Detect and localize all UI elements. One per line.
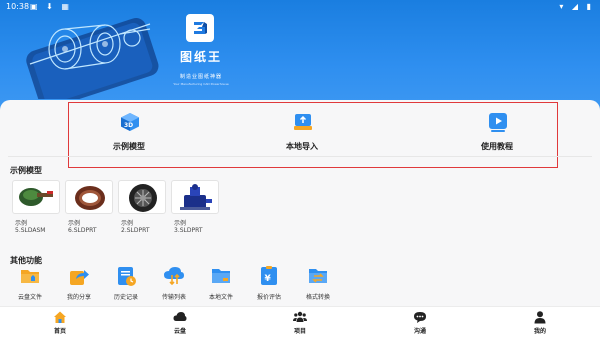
model-thumbnail: [171, 180, 219, 214]
bottom-navigation: 首页 云盘 项目 沟通 我的: [0, 306, 600, 337]
quick-action-label: 示例模型: [113, 142, 145, 151]
svg-text:3D: 3D: [124, 122, 133, 129]
quick-action-local-import[interactable]: 本地导入: [242, 103, 362, 167]
assembly-thumbnail-icon: [19, 188, 53, 206]
banner-illustration: [26, 17, 159, 99]
quick-action-tutorial[interactable]: 使用教程: [437, 103, 557, 167]
nav-profile[interactable]: 我的: [510, 307, 570, 337]
nav-label: 我的: [533, 328, 546, 335]
model-filename: 5.SLDASM: [15, 227, 46, 234]
model-card[interactable]: 示例 5.SLDASM: [12, 180, 60, 240]
local-folder-icon: [212, 269, 230, 283]
nav-label: 首页: [53, 328, 66, 335]
sample-models-title: 示例模型: [10, 166, 42, 175]
system-status-icons: ▾ ◢ ▮: [559, 2, 594, 11]
nav-label: 沟通: [413, 328, 426, 335]
nav-cloud[interactable]: 云盘: [150, 307, 210, 337]
quote-icon: ¥: [261, 266, 277, 285]
quick-action-label: 本地导入: [286, 142, 318, 151]
logo-3-icon: [194, 22, 207, 34]
share-icon: [70, 270, 89, 285]
app-logo: [186, 14, 214, 42]
app-slogan-en: Your Manufacturing CAD Powerhouse: [173, 82, 229, 86]
pump-thumbnail-icon: [180, 184, 212, 210]
func-quote-assessment[interactable]: ¥ 报价评估: [241, 265, 297, 305]
team-icon: [293, 311, 307, 322]
func-cloud-files[interactable]: 云盘文件: [2, 265, 58, 305]
cloud-folder-icon: [21, 270, 39, 283]
nav-label: 云盘: [173, 328, 186, 335]
model-category: 示例: [15, 220, 28, 227]
app-name: 图纸王: [179, 50, 222, 64]
func-label: 云盘文件: [17, 294, 42, 301]
model-card[interactable]: 示例 2.SLDPRT: [118, 180, 166, 240]
section-divider: [8, 156, 592, 157]
history-icon: [118, 267, 136, 286]
cloud-icon: [173, 312, 187, 321]
model-thumbnail: [12, 180, 60, 214]
import-icon: [294, 114, 312, 130]
model-card[interactable]: 示例 6.SLDPRT: [65, 180, 113, 240]
model-filename: 3.SLDPRT: [174, 227, 203, 234]
ring-thumbnail-icon: [75, 186, 105, 210]
func-label: 格式转换: [305, 294, 330, 301]
svg-text:¥: ¥: [265, 274, 272, 284]
model-filename: 2.SLDPRT: [121, 227, 150, 234]
quick-action-label: 使用教程: [481, 142, 513, 151]
model-category: 示例: [121, 220, 134, 227]
func-label: 报价评估: [256, 294, 281, 301]
app-slogan: 制造业图纸神器: [179, 74, 222, 80]
nav-home[interactable]: 首页: [30, 307, 90, 337]
quick-action-sample-models[interactable]: 3D 示例模型: [69, 103, 189, 167]
home-icon: [54, 311, 66, 323]
func-format-convert[interactable]: 格式转换: [290, 265, 346, 305]
convert-icon: [309, 269, 327, 283]
3d-box-icon: 3D: [121, 113, 139, 131]
header-banner: 10:38 ▣ ⬇ ▦ ▾ ◢ ▮ 图纸王 制造业图纸神器 Your Manuf…: [0, 0, 600, 112]
chat-icon: [414, 312, 426, 323]
transfer-icon: [164, 267, 184, 286]
model-thumbnail: [65, 180, 113, 214]
model-thumbnail: [118, 180, 166, 214]
model-category: 示例: [174, 220, 187, 227]
quick-actions-highlight: 3D 示例模型 本地导入 使用教程: [68, 102, 558, 168]
user-icon: [534, 311, 546, 324]
play-video-icon: [489, 113, 507, 132]
model-card[interactable]: 示例 3.SLDPRT: [171, 180, 219, 240]
model-category: 示例: [68, 220, 81, 227]
model-filename: 6.SLDPRT: [68, 227, 97, 234]
nav-chat[interactable]: 沟通: [390, 307, 450, 337]
nav-label: 项目: [293, 328, 306, 335]
wheel-thumbnail-icon: [129, 184, 157, 212]
nav-projects[interactable]: 项目: [270, 307, 330, 337]
